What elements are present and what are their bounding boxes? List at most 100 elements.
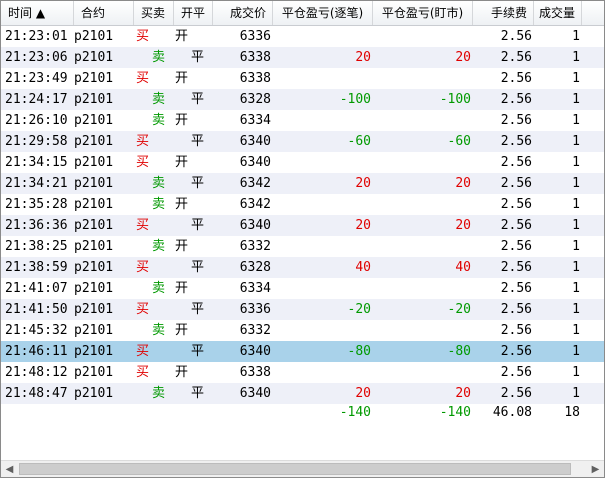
cell-time: 21:38:25 [5, 239, 68, 254]
cell-fee: 2.56 [500, 281, 532, 296]
cell-price: 6336 [239, 29, 271, 44]
cell-time: 21:34:21 [5, 176, 68, 191]
table-row[interactable]: 21:23:01 p2101 买 开 6336 2.56 1 [1, 26, 604, 47]
cell-volume: 1 [572, 281, 580, 296]
table-row[interactable]: 21:23:06 p2101 卖平 6338 20 20 2.56 1 [1, 47, 604, 68]
cell-buy-sell: 买 [136, 365, 150, 380]
table-row[interactable]: 21:41:07 p2101 卖开 6334 2.56 1 [1, 278, 604, 299]
cell-price: 6340 [239, 155, 271, 170]
cell-pnl-mark [373, 152, 471, 173]
table-row[interactable]: 21:29:58 p2101 买平 6340 -60 -60 2.56 1 [1, 131, 604, 152]
cell-contract: p2101 [74, 260, 114, 275]
cell-pnl-trade: 20 [355, 386, 371, 401]
column-header-buy-sell[interactable]: 买卖 [134, 1, 174, 25]
table-row[interactable]: 21:34:21 p2101 卖平 6342 20 20 2.56 1 [1, 173, 604, 194]
table-row[interactable]: 21:45:32 p2101 卖开 6332 2.56 1 [1, 320, 604, 341]
cell-pnl-trade: 20 [355, 50, 371, 65]
total-pnl-trade: -140 [339, 405, 371, 420]
cell-time: 21:38:59 [5, 260, 68, 275]
cell-time: 21:45:32 [5, 323, 68, 338]
table-row[interactable]: 21:48:12 p2101 买 开 6338 2.56 1 [1, 362, 604, 383]
cell-price: 6334 [239, 113, 271, 128]
horizontal-scrollbar[interactable]: ◀ ▶ [1, 460, 604, 477]
cell-open-close: 开 [175, 281, 189, 296]
scroll-right-arrow-icon[interactable]: ▶ [587, 461, 604, 477]
column-header-price[interactable]: 成交价 [213, 1, 273, 25]
table-row[interactable]: 21:26:10 p2101 卖开 6334 2.56 1 [1, 110, 604, 131]
table-row[interactable]: 21:46:11 p2101 买平 6340 -80 -80 2.56 1 [1, 341, 604, 362]
cell-contract: p2101 [74, 113, 114, 128]
cell-volume: 1 [572, 50, 580, 65]
scrollbar-thumb[interactable] [19, 463, 571, 475]
cell-contract: p2101 [74, 365, 114, 380]
cell-contract: p2101 [74, 239, 114, 254]
cell-time: 21:36:36 [5, 218, 68, 233]
cell-price: 6340 [239, 386, 271, 401]
cell-volume: 1 [572, 113, 580, 128]
cell-contract: p2101 [74, 155, 114, 170]
cell-fee: 2.56 [500, 50, 532, 65]
table-row[interactable]: 21:36:36 p2101 买平 6340 20 20 2.56 1 [1, 215, 604, 236]
cell-pnl-mark [373, 194, 471, 215]
table-row[interactable]: 21:48:47 p2101 卖平 6340 20 20 2.56 1 [1, 383, 604, 404]
grid-header: 时间 ▲ 合约 买卖 开平 成交价 平仓盈亏(逐笔) 平仓盈亏(盯市) 手续费 … [1, 1, 604, 26]
cell-buy-sell: 买 [136, 134, 150, 149]
cell-time: 21:23:49 [5, 71, 68, 86]
cell-pnl-trade [273, 152, 371, 173]
cell-time: 21:41:50 [5, 302, 68, 317]
table-row[interactable]: 21:38:59 p2101 买平 6328 40 40 2.56 1 [1, 257, 604, 278]
cell-pnl-mark [373, 26, 471, 47]
totals-row: -140 -140 46.08 18 [1, 402, 604, 423]
cell-open-close: 开 [175, 71, 189, 86]
column-header-volume[interactable]: 成交量 [534, 1, 582, 25]
table-row[interactable]: 21:34:15 p2101 买 开 6340 2.56 1 [1, 152, 604, 173]
cell-pnl-trade [273, 320, 371, 341]
cell-pnl-mark: 20 [455, 218, 471, 233]
cell-time: 21:48:47 [5, 386, 68, 401]
cell-fee: 2.56 [500, 239, 532, 254]
scroll-left-arrow-icon[interactable]: ◀ [1, 461, 18, 477]
cell-pnl-trade: 20 [355, 176, 371, 191]
column-header-pnl-trade[interactable]: 平仓盈亏(逐笔) [273, 1, 373, 25]
cell-open-close: 开 [175, 155, 189, 170]
cell-fee: 2.56 [500, 344, 532, 359]
column-header-fee[interactable]: 手续费 [473, 1, 534, 25]
cell-contract: p2101 [74, 197, 114, 212]
cell-volume: 1 [572, 176, 580, 191]
cell-pnl-mark: -80 [447, 344, 471, 359]
column-header-open-close[interactable]: 开平 [174, 1, 213, 25]
cell-volume: 1 [572, 197, 580, 212]
cell-fee: 2.56 [500, 386, 532, 401]
column-header-contract[interactable]: 合约 [74, 1, 134, 25]
total-fee: 46.08 [492, 405, 532, 420]
cell-buy-sell: 买 [136, 71, 150, 86]
cell-price: 6340 [239, 344, 271, 359]
table-row[interactable]: 21:38:25 p2101 卖开 6332 2.56 1 [1, 236, 604, 257]
cell-pnl-trade: -60 [347, 134, 371, 149]
cell-contract: p2101 [74, 302, 114, 317]
cell-time: 21:23:01 [5, 29, 68, 44]
cell-volume: 1 [572, 344, 580, 359]
cell-buy-sell: 买 [136, 29, 150, 44]
column-header-pnl-mark[interactable]: 平仓盈亏(盯市) [373, 1, 473, 25]
cell-pnl-trade: -100 [339, 92, 371, 107]
cell-time: 21:34:15 [5, 155, 68, 170]
cell-pnl-trade: -20 [347, 302, 371, 317]
cell-open-close: 开 [175, 323, 189, 338]
total-pnl-mark: -140 [439, 405, 471, 420]
cell-price: 6342 [239, 197, 271, 212]
cell-pnl-mark [373, 278, 471, 299]
table-row[interactable]: 21:23:49 p2101 买 开 6338 2.56 1 [1, 68, 604, 89]
cell-volume: 1 [572, 134, 580, 149]
cell-price: 6340 [239, 218, 271, 233]
cell-open-close: 开 [175, 365, 189, 380]
cell-price: 6336 [239, 302, 271, 317]
cell-contract: p2101 [74, 71, 114, 86]
table-row[interactable]: 21:35:28 p2101 卖开 6342 2.56 1 [1, 194, 604, 215]
cell-contract: p2101 [74, 344, 114, 359]
cell-open-close: 开 [175, 239, 189, 254]
cell-buy-sell: 买 [136, 260, 150, 275]
table-row[interactable]: 21:41:50 p2101 买平 6336 -20 -20 2.56 1 [1, 299, 604, 320]
column-header-time[interactable]: 时间 ▲ [1, 1, 74, 25]
table-row[interactable]: 21:24:17 p2101 卖平 6328 -100 -100 2.56 1 [1, 89, 604, 110]
